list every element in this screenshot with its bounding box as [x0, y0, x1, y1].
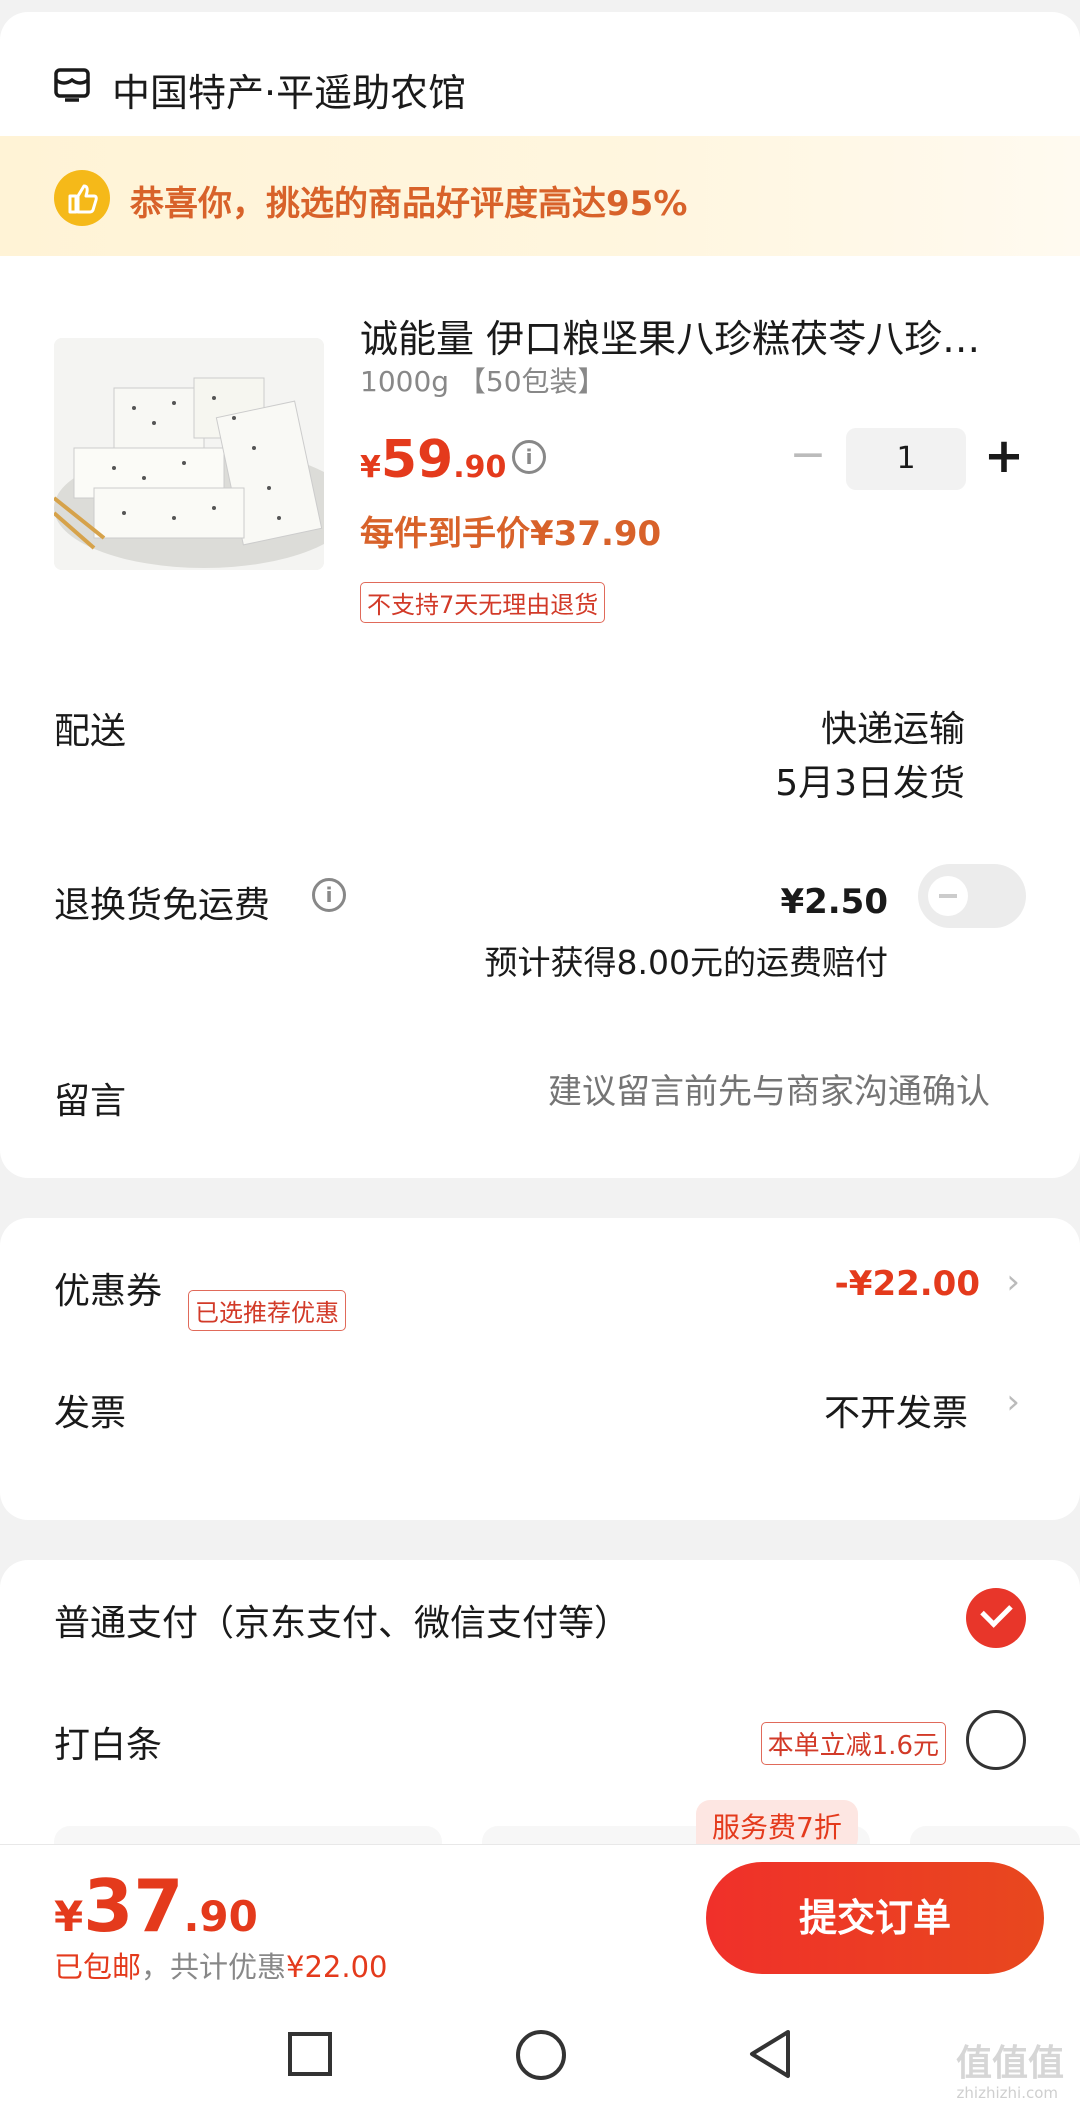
total-price: ¥37.90	[54, 1864, 258, 1948]
return-insurance-toggle[interactable]	[918, 864, 1026, 928]
delivery-method[interactable]: 快递运输	[821, 700, 965, 752]
submit-order-button[interactable]: 提交订单	[706, 1862, 1044, 1974]
order-card: 中国特产·平遥助农馆 恭喜你，挑选的商品好评度高达95% 诚能量 伊口粮坚果八珍…	[0, 12, 1080, 1178]
total-decimal: .90	[183, 1892, 258, 1941]
watermark-url: zhizhizhi.com	[956, 2084, 1058, 2102]
watermark-logo: 值值值	[955, 2043, 1064, 2084]
quantity-plus-button[interactable]: +	[982, 432, 1026, 482]
chevron-right-icon[interactable]: ›	[1006, 1262, 1020, 1302]
each-price: 每件到手价¥37.90	[360, 514, 662, 554]
banner-text: 恭喜你，挑选的商品好评度高达95%	[130, 184, 688, 224]
savings-prefix: ，共计优惠	[141, 1950, 287, 1984]
invoice-value[interactable]: 不开发票	[824, 1384, 968, 1436]
radio-unselected-icon[interactable]	[966, 1710, 1026, 1770]
return-insurance-price: ¥2.50	[780, 882, 888, 922]
invoice-label: 发票	[54, 1393, 127, 1434]
total-integer: 37	[83, 1864, 184, 1948]
price-decimal: .90	[453, 450, 507, 485]
total-symbol: ¥	[54, 1892, 84, 1941]
product-price: ¥59.90	[360, 430, 506, 490]
store-name[interactable]: 中国特产·平遥助农馆	[112, 62, 466, 117]
total-summary: 已包邮，共计优惠¥22.00	[54, 1944, 388, 1986]
delivery-label: 配送	[54, 711, 127, 752]
circle-icon[interactable]	[516, 2030, 566, 2080]
price-integer: 59	[380, 430, 454, 490]
delivery-date[interactable]: 5月3日发货	[775, 754, 965, 806]
info-icon[interactable]: i	[512, 440, 546, 474]
product-spec: 1000g 【50包装】	[360, 365, 606, 398]
thumbs-up-icon	[54, 170, 110, 226]
return-insurance-note: 预计获得8.00元的运费赔付	[484, 943, 888, 982]
toggle-knob	[928, 876, 968, 916]
baitiao-label[interactable]: 打白条	[54, 1716, 162, 1768]
baitiao-badge: 本单立减1.6元	[760, 1722, 946, 1765]
rating-banner: 恭喜你，挑选的商品好评度高达95%	[0, 136, 1080, 256]
message-label: 留言	[54, 1081, 127, 1122]
product-image[interactable]	[54, 338, 324, 570]
return-insurance-label: 退换货免运费	[54, 885, 271, 926]
store-icon	[54, 68, 90, 102]
quantity-minus-button[interactable]: −	[788, 433, 828, 478]
savings-value: ¥22.00	[286, 1950, 388, 1984]
normal-pay-label[interactable]: 普通支付（京东支付、微信支付等）	[54, 1594, 630, 1646]
coupon-value[interactable]: -¥22.00	[835, 1264, 980, 1304]
shipping-status: 已包邮	[54, 1950, 142, 1984]
quantity-input[interactable]: 1	[846, 428, 966, 490]
check-selected-icon[interactable]	[966, 1588, 1026, 1648]
triangle-back-icon[interactable]	[744, 2026, 796, 2082]
coupon-label: 优惠券	[54, 1271, 163, 1312]
square-icon[interactable]	[288, 2032, 332, 2076]
coupon-badge: 已选推荐优惠	[188, 1290, 346, 1331]
price-symbol: ¥	[360, 450, 381, 485]
message-input[interactable]	[430, 1072, 990, 1112]
no-return-badge: 不支持7天无理由退货	[360, 582, 606, 623]
info-icon[interactable]: i	[312, 878, 346, 912]
chevron-right-icon[interactable]: ›	[1006, 1382, 1020, 1422]
product-title[interactable]: 诚能量 伊口粮坚果八珍糕茯苓八珍…	[360, 308, 1000, 363]
